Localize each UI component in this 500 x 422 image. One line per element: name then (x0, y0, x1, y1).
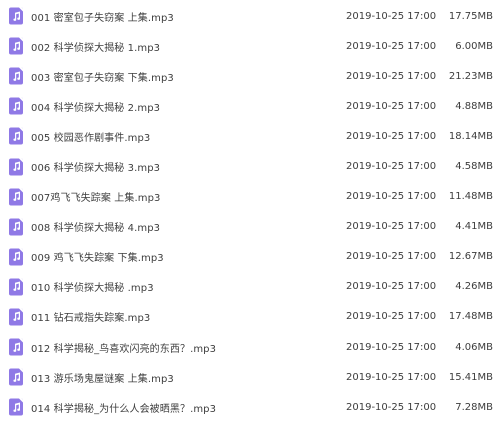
file-size: 4.26MB (455, 281, 493, 293)
file-size: 17.48MB (448, 311, 493, 323)
music-file-icon (9, 278, 23, 296)
file-modified-date: 2019-10-25 17:00 (346, 40, 437, 52)
file-modified-date: 2019-10-25 17:00 (346, 70, 437, 82)
file-size: 4.88MB (455, 100, 493, 112)
file-row[interactable]: 013 游乐场鬼屋谜案 上集.mp3 2019-10-25 17:00 15.4… (0, 362, 500, 392)
music-file-icon (9, 7, 23, 25)
file-name: 003 密室包子失窃案 下集.mp3 (31, 72, 174, 84)
file-modified-date: 2019-10-25 17:00 (346, 100, 437, 112)
file-row[interactable]: 004 科学侦探大揭秘 2.mp3 2019-10-25 17:00 4.88M… (0, 91, 500, 121)
music-file-icon (9, 67, 23, 85)
file-modified-date: 2019-10-25 17:00 (346, 10, 437, 22)
music-file-icon (9, 127, 23, 145)
music-file-icon (9, 218, 23, 236)
file-modified-date: 2019-10-25 17:00 (346, 311, 437, 323)
file-row[interactable]: 012 科学揭秘_鸟喜欢闪亮的东西？.mp3 2019-10-25 17:00 … (0, 332, 500, 362)
file-size: 4.06MB (455, 341, 493, 353)
file-row[interactable]: 011 钻石戒指失踪案.mp3 2019-10-25 17:00 17.48MB (0, 302, 500, 332)
file-name: 011 钻石戒指失踪案.mp3 (31, 313, 151, 325)
file-size: 6.00MB (455, 40, 493, 52)
music-file-icon (9, 308, 23, 326)
file-size: 7.28MB (455, 401, 493, 413)
file-name: 010 科学侦探大揭秘 .mp3 (31, 283, 154, 295)
music-file-icon (9, 338, 23, 356)
file-name: 008 科学侦探大揭秘 4.mp3 (31, 223, 161, 235)
file-name: 014 科学揭秘_为什么人会被晒黑？.mp3 (31, 403, 217, 415)
file-row[interactable]: 008 科学侦探大揭秘 4.mp3 2019-10-25 17:00 4.41M… (0, 212, 500, 242)
file-modified-date: 2019-10-25 17:00 (346, 221, 437, 233)
file-name: 009 鸡飞飞失踪案 下集.mp3 (31, 253, 164, 265)
file-name: 002 科学侦探大揭秘 1.mp3 (31, 42, 161, 54)
file-list: 001 密室包子失窃案 上集.mp3 2019-10-25 17:00 17.7… (0, 0, 500, 422)
music-file-icon (9, 37, 23, 55)
file-name: 001 密室包子失窃案 上集.mp3 (31, 12, 174, 24)
music-file-icon (9, 368, 23, 386)
file-modified-date: 2019-10-25 17:00 (346, 371, 437, 383)
music-file-icon (9, 158, 23, 176)
file-size: 12.67MB (448, 251, 493, 263)
music-file-icon (9, 398, 23, 416)
file-size: 15.41MB (448, 371, 493, 383)
file-modified-date: 2019-10-25 17:00 (346, 130, 437, 142)
file-size: 4.41MB (455, 221, 493, 233)
file-modified-date: 2019-10-25 17:00 (346, 251, 437, 263)
file-row[interactable]: 005 校园恶作剧事件.mp3 2019-10-25 17:00 18.14MB (0, 121, 500, 151)
file-name: 013 游乐场鬼屋谜案 上集.mp3 (31, 373, 174, 385)
file-size: 18.14MB (448, 130, 493, 142)
music-file-icon (9, 97, 23, 115)
file-modified-date: 2019-10-25 17:00 (346, 161, 437, 173)
music-file-icon (9, 188, 23, 206)
music-file-icon (9, 248, 23, 266)
file-name: 005 校园恶作剧事件.mp3 (31, 132, 151, 144)
file-name: 012 科学揭秘_鸟喜欢闪亮的东西？.mp3 (31, 343, 217, 355)
file-modified-date: 2019-10-25 17:00 (346, 341, 437, 353)
file-row[interactable]: 001 密室包子失窃案 上集.mp3 2019-10-25 17:00 17.7… (0, 1, 500, 31)
file-modified-date: 2019-10-25 17:00 (346, 191, 437, 203)
file-size: 4.58MB (455, 161, 493, 173)
file-row[interactable]: 014 科学揭秘_为什么人会被晒黑？.mp3 2019-10-25 17:00 … (0, 392, 500, 422)
file-row[interactable]: 002 科学侦探大揭秘 1.mp3 2019-10-25 17:00 6.00M… (0, 31, 500, 61)
file-row[interactable]: 007鸡飞飞失踪案 上集.mp3 2019-10-25 17:00 11.48M… (0, 182, 500, 212)
file-row[interactable]: 010 科学侦探大揭秘 .mp3 2019-10-25 17:00 4.26MB (0, 272, 500, 302)
file-name: 004 科学侦探大揭秘 2.mp3 (31, 102, 161, 114)
file-modified-date: 2019-10-25 17:00 (346, 401, 437, 413)
file-size: 11.48MB (448, 191, 493, 203)
file-row[interactable]: 009 鸡飞飞失踪案 下集.mp3 2019-10-25 17:00 12.67… (0, 242, 500, 272)
file-row[interactable]: 006 科学侦探大揭秘 3.mp3 2019-10-25 17:00 4.58M… (0, 151, 500, 181)
file-size: 17.75MB (448, 10, 493, 22)
file-modified-date: 2019-10-25 17:00 (346, 281, 437, 293)
file-row[interactable]: 003 密室包子失窃案 下集.mp3 2019-10-25 17:00 21.2… (0, 61, 500, 91)
file-size: 21.23MB (448, 70, 493, 82)
file-name: 006 科学侦探大揭秘 3.mp3 (31, 163, 161, 175)
file-name: 007鸡飞飞失踪案 上集.mp3 (31, 193, 161, 205)
